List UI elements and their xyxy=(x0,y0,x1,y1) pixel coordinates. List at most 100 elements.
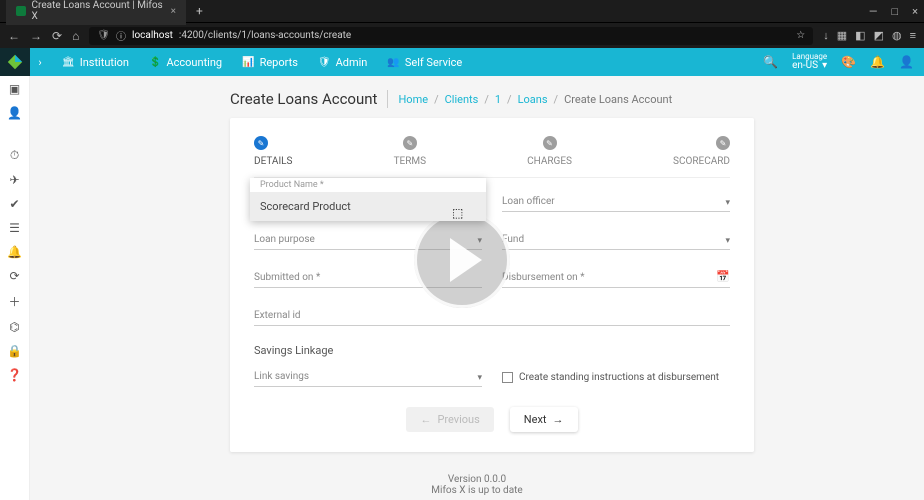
new-tab-button[interactable]: + xyxy=(196,4,203,18)
version-text: Version 0.0.0 xyxy=(30,474,924,485)
field-label: Loan officer xyxy=(502,196,730,207)
chevron-down-icon: ▾ xyxy=(477,236,482,246)
page-footer: Version 0.0.0 Mifos X is up to date xyxy=(30,466,924,500)
nav-back-icon[interactable]: ← xyxy=(8,29,20,43)
field-label: External id xyxy=(254,310,730,321)
sidebar-bell-icon[interactable]: 🔔 xyxy=(7,245,22,259)
window-maximize-icon[interactable]: □ xyxy=(891,5,898,18)
product-field[interactable]: Product Name * Scorecard Product ⬚ xyxy=(254,192,482,212)
product-dropdown[interactable]: Product Name * Scorecard Product xyxy=(250,178,486,221)
sidebar-dashboard-icon[interactable]: ▣ xyxy=(9,82,20,96)
download-icon[interactable]: ↓ xyxy=(823,29,829,42)
site-info-icon[interactable]: ⓘ xyxy=(116,28,126,43)
sidebar-toggle-icon[interactable]: › xyxy=(30,56,50,69)
standing-instructions-checkbox[interactable]: Create standing instructions at disburse… xyxy=(502,372,730,383)
savings-linkage-heading: Savings Linkage xyxy=(254,344,730,357)
chevron-down-icon: ▾ xyxy=(725,236,730,246)
tracking-shield-icon[interactable]: 🛡 xyxy=(97,30,110,41)
step-details[interactable]: ✎DETAILS xyxy=(254,136,293,167)
page-title: Create Loans Account xyxy=(230,90,388,108)
sidebar-nav-icon[interactable]: ✈ xyxy=(9,173,19,187)
menu-institution[interactable]: 🏛Institution xyxy=(62,56,129,69)
crumb-clients[interactable]: Clients xyxy=(445,93,479,106)
menu-hamburger-icon[interactable]: ≡ xyxy=(910,29,916,42)
breadcrumb: Home/ Clients/ 1/ Loans/ Create Loans Ac… xyxy=(398,93,672,106)
sidebar-check-icon[interactable]: ✔ xyxy=(9,197,19,211)
next-button[interactable]: Next → xyxy=(510,407,578,432)
menu-admin[interactable]: 🛡Admin xyxy=(318,56,367,69)
left-sidebar: ▣ 👤 ⏱ ✈ ✔ ☰ 🔔 ⟳ ＋ ⌬ 🔒 ❓ xyxy=(0,76,30,500)
app-ribbon: › 🏛Institution 💲Accounting 📊Reports 🛡Adm… xyxy=(0,48,924,76)
sidebar-gauge-icon[interactable]: ⏱ xyxy=(10,148,19,163)
sidebar-plus-icon[interactable]: ＋ xyxy=(8,293,20,310)
crumb-current: Create Loans Account xyxy=(564,93,672,106)
sidebar-layers-icon[interactable]: ☰ xyxy=(9,221,20,235)
submitted-on-field[interactable]: Submitted on * xyxy=(254,268,482,288)
field-label: Submitted on * xyxy=(254,272,482,283)
field-label: Disbursement on * xyxy=(502,272,730,283)
link-savings-field[interactable]: Link savings ▾ xyxy=(254,367,482,387)
menu-accounting[interactable]: 💲Accounting xyxy=(149,56,222,69)
external-id-field[interactable]: External id xyxy=(254,306,730,326)
extension-icon-2[interactable]: ◧ xyxy=(855,29,865,42)
sidebar-client-icon[interactable]: 👤 xyxy=(7,106,22,120)
step-scorecard[interactable]: ✎SCORECARD xyxy=(673,136,730,167)
calendar-icon[interactable]: 📅 xyxy=(716,270,730,283)
url-bar[interactable]: 🛡 ⓘ localhost :4200/clients/1/loans-accou… xyxy=(89,27,813,45)
step-terms[interactable]: ✎TERMS xyxy=(394,136,426,167)
tab-favicon xyxy=(16,6,26,16)
account-icon[interactable]: ◍ xyxy=(892,29,902,42)
sidebar-refresh-icon[interactable]: ⟳ xyxy=(9,269,19,283)
self-service-icon: 👥 xyxy=(387,57,399,68)
nav-home-icon[interactable]: ⌂ xyxy=(72,29,79,43)
search-icon[interactable]: 🔍 xyxy=(763,55,778,69)
checkbox-label: Create standing instructions at disburse… xyxy=(519,372,719,383)
tab-close-icon[interactable]: × xyxy=(171,6,176,17)
sidebar-lock-icon[interactable]: 🔒 xyxy=(7,344,22,358)
tab-title: Create Loans Account | Mifos X xyxy=(32,0,165,22)
stepper: ✎DETAILS ✎TERMS ✎CHARGES ✎SCORECARD xyxy=(254,136,730,178)
app-logo[interactable] xyxy=(0,48,30,76)
theme-icon[interactable]: 🎨 xyxy=(841,55,856,69)
crumb-loans[interactable]: Loans xyxy=(518,93,548,106)
step-charges[interactable]: ✎CHARGES xyxy=(527,136,572,167)
nav-reload-icon[interactable]: ⟳ xyxy=(52,29,62,43)
menu-reports[interactable]: 📊Reports xyxy=(242,56,298,69)
reports-icon: 📊 xyxy=(242,57,254,68)
window-close-icon[interactable]: × xyxy=(912,5,918,18)
button-label: Previous xyxy=(437,413,479,426)
extension-icon-3[interactable]: ◩ xyxy=(874,29,884,42)
crumb-id[interactable]: 1 xyxy=(495,93,501,106)
notification-bell-icon[interactable]: 🔔 xyxy=(870,55,885,69)
form-card: ✎DETAILS ✎TERMS ✎CHARGES ✎SCORECARD Prod… xyxy=(230,118,754,452)
loan-purpose-field[interactable]: Loan purpose ▾ xyxy=(254,230,482,250)
arrow-left-icon: ← xyxy=(420,413,431,426)
step-dot-icon: ✎ xyxy=(403,136,417,150)
field-label: Loan purpose xyxy=(254,234,482,245)
url-host: localhost xyxy=(132,30,173,41)
fund-field[interactable]: Fund ▾ xyxy=(502,230,730,250)
institution-icon: 🏛 xyxy=(62,57,75,68)
disbursement-on-field[interactable]: Disbursement on * 📅 xyxy=(502,268,730,288)
bookmark-star-icon[interactable]: ☆ xyxy=(796,30,805,41)
admin-icon: 🛡 xyxy=(318,57,331,68)
loan-officer-field[interactable]: Loan officer ▾ xyxy=(502,192,730,212)
url-path: :4200/clients/1/loans-accounts/create xyxy=(179,30,351,41)
sidebar-hierarchy-icon[interactable]: ⌬ xyxy=(9,320,19,334)
nav-forward-icon[interactable]: → xyxy=(30,29,42,43)
browser-tab[interactable]: Create Loans Account | Mifos X × xyxy=(6,0,186,25)
menu-self-service[interactable]: 👥Self Service xyxy=(387,56,462,69)
chevron-down-icon: ▾ xyxy=(725,198,730,208)
sidebar-help-icon[interactable]: ❓ xyxy=(7,368,22,382)
user-avatar-icon[interactable]: 👤 xyxy=(899,55,914,69)
extension-icon-1[interactable]: ▦ xyxy=(837,29,847,42)
checkbox-box-icon xyxy=(502,372,513,383)
arrow-right-icon: → xyxy=(553,413,564,426)
window-minimize-icon[interactable]: — xyxy=(869,5,878,18)
dropdown-option-scorecard[interactable]: Scorecard Product xyxy=(250,192,486,221)
crumb-home[interactable]: Home xyxy=(398,93,428,106)
field-label: Fund xyxy=(502,234,730,245)
browser-toolbar: ← → ⟳ ⌂ 🛡 ⓘ localhost :4200/clients/1/loa… xyxy=(0,22,924,48)
previous-button[interactable]: ← Previous xyxy=(406,407,493,432)
language-selector[interactable]: Language en-US▾ xyxy=(792,53,827,71)
